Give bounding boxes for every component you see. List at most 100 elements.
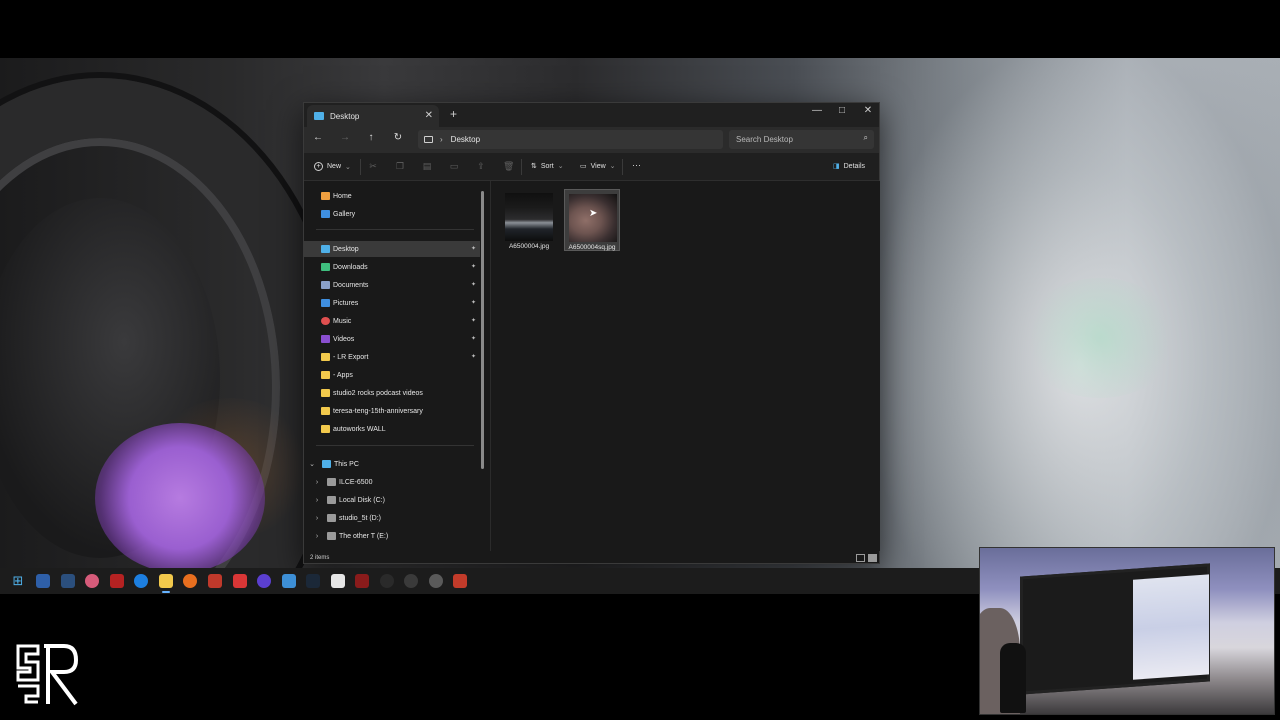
share-icon[interactable]: ⇪ — [476, 161, 486, 171]
forward-button[interactable]: → — [337, 132, 353, 143]
calculator-icon[interactable] — [61, 574, 75, 588]
collapsed-chevron-icon[interactable]: › — [313, 515, 321, 522]
steam-icon[interactable] — [306, 574, 320, 588]
sidebar-item-label: Pictures — [333, 299, 359, 307]
search-input[interactable]: Search Desktop ⌕ — [729, 130, 874, 149]
new-tab-button[interactable]: + — [450, 107, 457, 121]
pdf-reader-icon[interactable] — [110, 574, 124, 588]
see-more-button[interactable]: ··· — [632, 160, 641, 170]
item-count: 2 items — [310, 555, 330, 561]
refresh-button[interactable]: ↻ — [390, 132, 406, 143]
title-bar[interactable]: Desktop ✕ + — □ ✕ — [304, 103, 879, 127]
sidebar-item-label: This PC — [334, 460, 359, 468]
pin-icon[interactable]: ✦ — [471, 335, 476, 342]
sort-button[interactable]: ⇅ Sort ⌄ — [531, 162, 564, 171]
pin-icon[interactable]: ✦ — [471, 353, 476, 360]
obs-icon[interactable] — [380, 574, 394, 588]
sidebar-item-videos[interactable]: Videos ✦ — [304, 331, 480, 347]
music-app-icon[interactable] — [85, 574, 99, 588]
collapsed-chevron-icon[interactable]: › — [313, 497, 321, 504]
back-button[interactable]: ← — [310, 132, 326, 143]
plus-icon: + — [314, 162, 323, 171]
tab-desktop[interactable]: Desktop ✕ — [307, 105, 439, 127]
file-list-pane[interactable]: A6500004.jpg A6500004sq.jpg ➤ — [490, 181, 880, 551]
pin-icon[interactable]: ✦ — [471, 281, 476, 288]
chevron-down-icon: ⌄ — [557, 163, 564, 170]
start-windows-icon[interactable]: ⊞ — [11, 574, 25, 588]
tab-close-icon[interactable]: ✕ — [425, 110, 433, 121]
sidebar-item-label: Downloads — [333, 263, 368, 271]
sidebar-item-lr-export[interactable]: - LR Export ✦ — [304, 349, 480, 365]
app-icon-15[interactable] — [355, 574, 369, 588]
wallpaper-purple-bokeh — [95, 423, 265, 568]
sidebar-item-autoworks-wall[interactable]: autoworks WALL — [304, 421, 480, 437]
app-icon-14[interactable] — [331, 574, 345, 588]
sidebar-item-pictures[interactable]: Pictures ✦ — [304, 295, 480, 311]
details-button[interactable]: ◨ Details — [833, 162, 865, 171]
sidebar-item-studio-5t-d[interactable]: › studio_5t (D:) — [304, 510, 480, 526]
image-thumbnail — [505, 193, 553, 241]
copy-icon[interactable]: ❐ — [395, 161, 405, 171]
sidebar-item-teresa-teng[interactable]: teresa-teng-15th-anniversary — [304, 403, 480, 419]
sidebar-item-label: studio2 rocks podcast videos — [333, 389, 423, 397]
close-window-button[interactable]: ✕ — [855, 105, 881, 116]
view-button[interactable]: ▭ View ⌄ — [580, 162, 616, 171]
sidebar-item-this-pc[interactable]: ⌄ This PC — [304, 456, 480, 472]
sidebar-item-desktop[interactable]: Desktop ✦ — [304, 241, 480, 257]
sidebar-item-local-disk-c[interactable]: › Local Disk (C:) — [304, 492, 480, 508]
up-button[interactable]: ↑ — [363, 132, 379, 143]
browser-icon[interactable] — [134, 574, 148, 588]
details-view-icon[interactable] — [856, 554, 865, 562]
pin-icon[interactable]: ✦ — [471, 317, 476, 324]
sidebar-item-documents[interactable]: Documents ✦ — [304, 277, 480, 293]
app-icon-12[interactable] — [282, 574, 296, 588]
sidebar-item-home[interactable]: Home — [304, 188, 480, 204]
file-explorer-icon[interactable] — [159, 574, 173, 588]
tiles-view-icon[interactable] — [868, 554, 877, 562]
paste-icon[interactable]: ▤ — [422, 161, 432, 171]
sidebar-item-gallery[interactable]: Gallery — [304, 206, 480, 222]
settings-gear-icon[interactable] — [429, 574, 443, 588]
sort-icon: ⇅ — [531, 163, 537, 170]
app-icon-11[interactable] — [257, 574, 271, 588]
cut-icon[interactable]: ✂ — [368, 161, 378, 171]
new-button[interactable]: + New ⌄ — [314, 162, 351, 171]
file-item-selected[interactable]: A6500004sq.jpg — [564, 189, 620, 251]
app-icon-1[interactable] — [36, 574, 50, 588]
pin-icon[interactable]: ✦ — [471, 263, 476, 270]
file-item[interactable]: A6500004.jpg — [501, 189, 557, 251]
sidebar-item-label: Videos — [333, 335, 355, 343]
folder-icon — [321, 353, 330, 361]
sidebar-item-label: Local Disk (C:) — [339, 496, 385, 504]
wallpaper-smoke-tint — [1020, 278, 1180, 398]
sidebar-item-the-other-t-e[interactable]: › The other T (E:) — [304, 528, 480, 544]
expand-chevron-icon[interactable]: ⌄ — [308, 460, 316, 468]
pin-icon[interactable]: ✦ — [471, 245, 476, 252]
sidebar-item-apps[interactable]: - Apps — [304, 367, 480, 383]
sidebar-item-label: - Apps — [333, 371, 353, 379]
sidebar-item-studio2-podcast[interactable]: studio2 rocks podcast videos — [304, 385, 480, 401]
address-bar[interactable]: › Desktop — [418, 130, 723, 149]
sidebar-item-downloads[interactable]: Downloads ✦ — [304, 259, 480, 275]
pin-icon[interactable]: ✦ — [471, 299, 476, 306]
collapsed-chevron-icon[interactable]: › — [313, 533, 321, 540]
firefox-icon[interactable] — [183, 574, 197, 588]
collapsed-chevron-icon[interactable]: › — [313, 479, 321, 486]
sidebar-item-music[interactable]: Music ✦ — [304, 313, 480, 329]
rename-icon[interactable]: ▭ — [449, 161, 459, 171]
status-bar: 2 items — [304, 551, 879, 565]
sidebar-item-ilce-6500[interactable]: › ILCE-6500 — [304, 474, 480, 490]
sidebar-item-label: Home — [333, 192, 352, 200]
music-icon — [321, 317, 330, 325]
app-icon-10[interactable] — [233, 574, 247, 588]
app-icon-17[interactable] — [404, 574, 418, 588]
sidebar-scrollbar[interactable] — [481, 191, 484, 469]
minimize-button[interactable]: — — [804, 105, 830, 116]
delete-icon[interactable]: 🗑 — [503, 161, 514, 171]
app-icon-9[interactable] — [208, 574, 222, 588]
pictures-icon — [321, 299, 330, 307]
maximize-button[interactable]: □ — [829, 105, 855, 116]
webcam-overlay — [979, 547, 1275, 715]
breadcrumb-desktop[interactable]: Desktop — [451, 135, 480, 144]
app-icon-19[interactable] — [453, 574, 467, 588]
